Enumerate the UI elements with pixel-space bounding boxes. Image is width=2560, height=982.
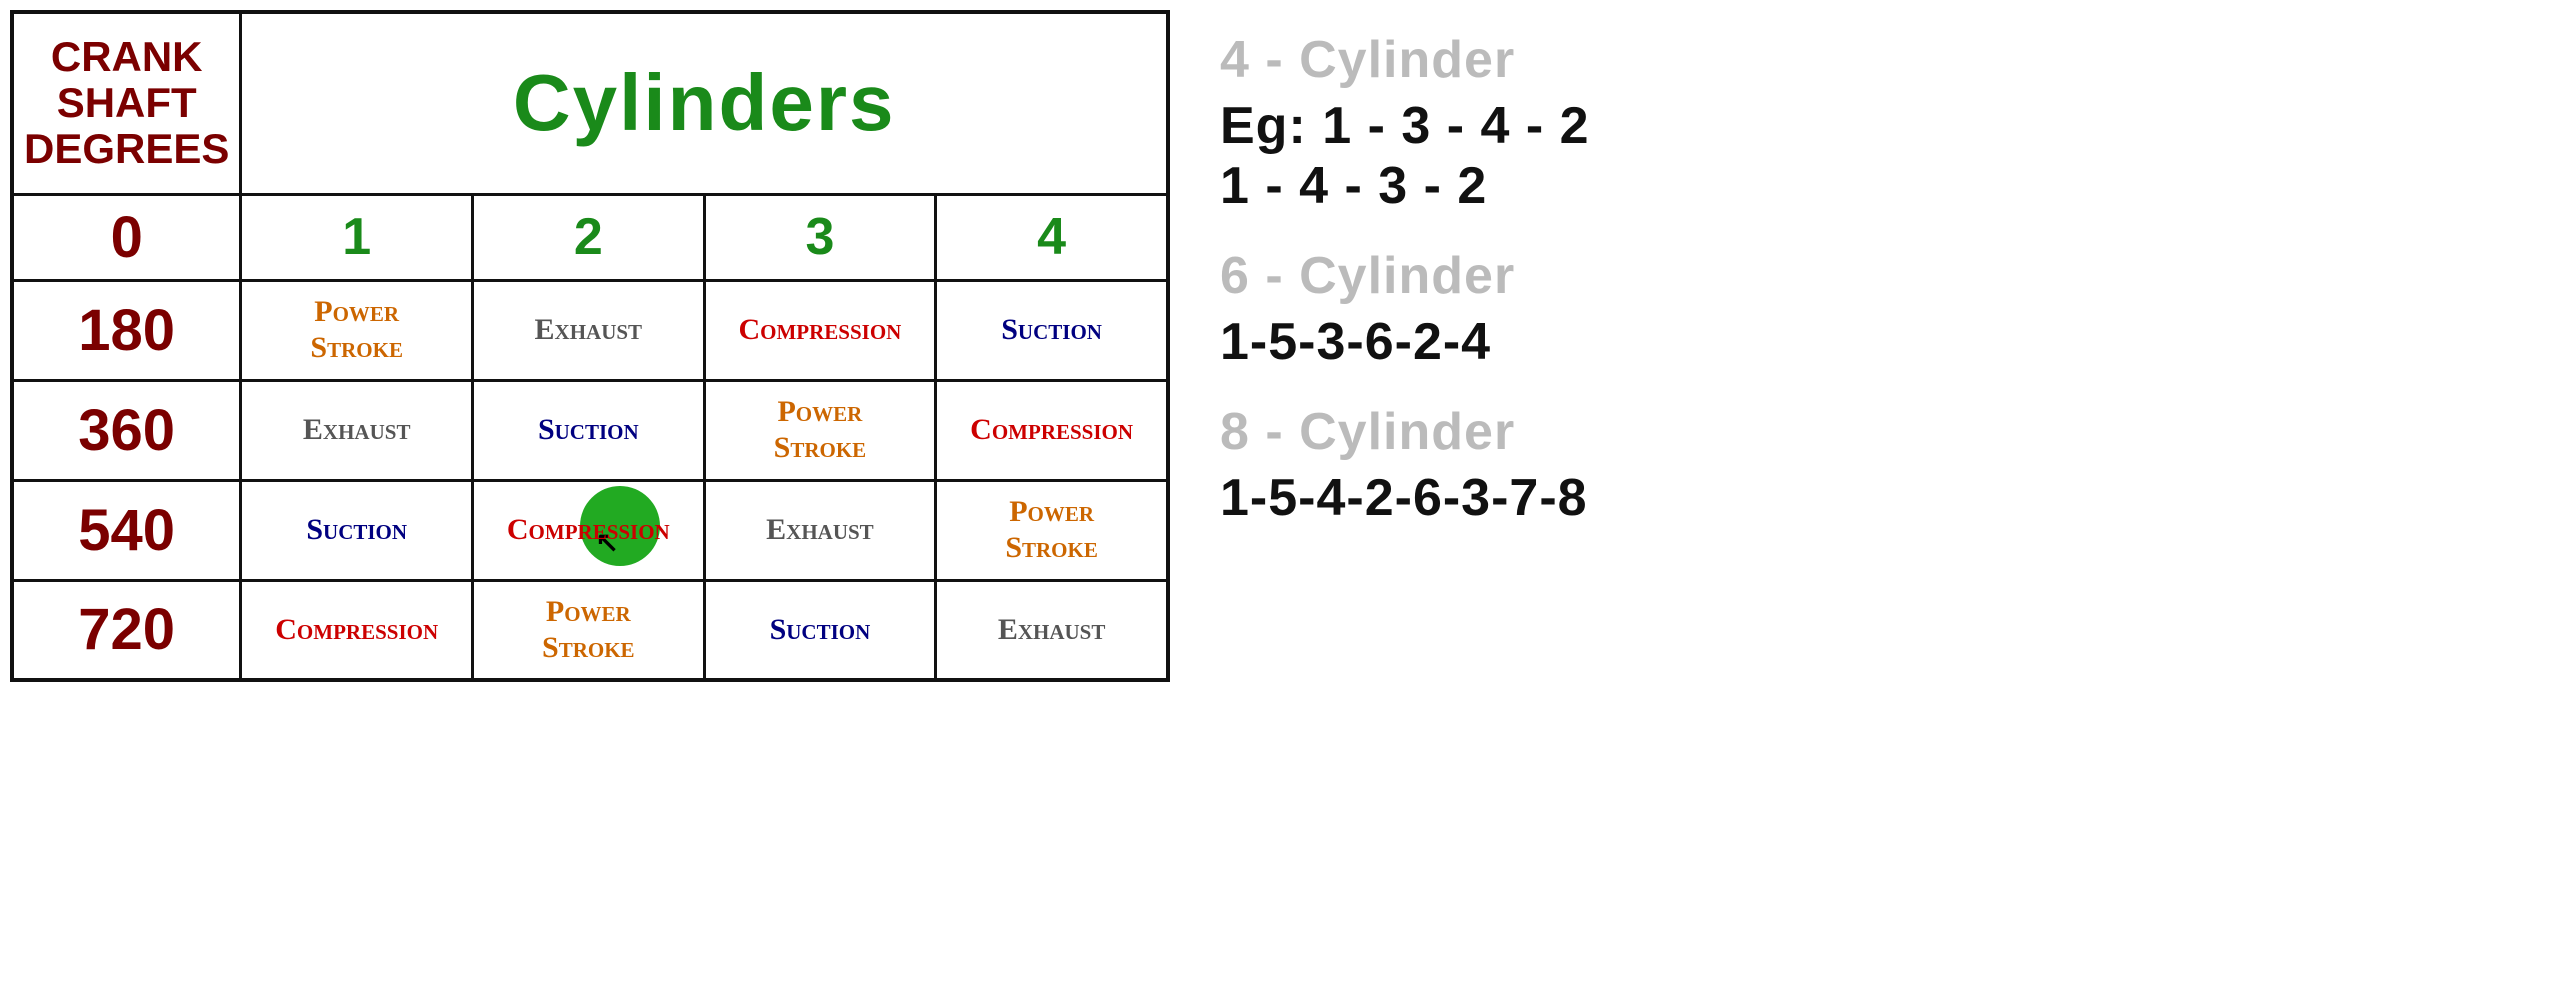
cylinder-1: 1	[241, 194, 473, 280]
cylinder-4: 4	[936, 194, 1168, 280]
cell-540-3: Exhaust	[704, 480, 936, 580]
four-cylinder-firing1: Eg: 1 - 3 - 4 - 2	[1220, 96, 2520, 156]
crank-label: CRANKSHAFTDEGREES	[24, 33, 229, 172]
cell-540-2: Compression ↖	[473, 480, 705, 580]
cell-720-4: Exhaust	[936, 580, 1168, 680]
cell-360-1: Exhaust	[241, 380, 473, 480]
six-cylinder-title: 6 - Cylinder	[1220, 246, 2520, 306]
cell-720-3: Suction	[704, 580, 936, 680]
cell-360-3: PowerStroke	[704, 380, 936, 480]
cell-180-3: Compression	[704, 280, 936, 380]
cell-540-1: Suction	[241, 480, 473, 580]
cell-180-1: PowerStroke	[241, 280, 473, 380]
cell-540-4: PowerStroke	[936, 480, 1168, 580]
cell-720-1: Compression	[241, 580, 473, 680]
crank-540: 540	[12, 480, 241, 580]
engine-table: CRANKSHAFTDEGREES Cylinders 0 1 2 3 4	[10, 10, 1170, 682]
eight-cylinder-firing: 1-5-4-2-6-3-7-8	[1220, 468, 2520, 528]
eight-cylinder-section: 8 - Cylinder 1-5-4-2-6-3-7-8	[1220, 402, 2520, 528]
cylinder-3: 3	[704, 194, 936, 280]
cell-180-4: Suction	[936, 280, 1168, 380]
crank-720: 720	[12, 580, 241, 680]
cell-720-2: PowerStroke	[473, 580, 705, 680]
eight-cylinder-title: 8 - Cylinder	[1220, 402, 2520, 462]
four-cylinder-title: 4 - Cylinder	[1220, 30, 2520, 90]
cell-180-2: Exhaust	[473, 280, 705, 380]
six-cylinder-firing: 1-5-3-6-2-4	[1220, 312, 2520, 372]
crank-0: 0	[12, 194, 241, 280]
four-cylinder-firing2: 1 - 4 - 3 - 2	[1220, 156, 2520, 216]
crank-360: 360	[12, 380, 241, 480]
crank-header: CRANKSHAFTDEGREES	[12, 12, 241, 194]
four-cylinder-section: 4 - Cylinder Eg: 1 - 3 - 4 - 2 1 - 4 - 3…	[1220, 30, 2520, 216]
sidebar: 4 - Cylinder Eg: 1 - 3 - 4 - 2 1 - 4 - 3…	[1180, 0, 2560, 568]
cylinder-2: 2	[473, 194, 705, 280]
cell-360-2: Suction	[473, 380, 705, 480]
crank-180: 180	[12, 280, 241, 380]
main-table-area: CRANKSHAFTDEGREES Cylinders 0 1 2 3 4	[0, 0, 1180, 692]
cylinders-label: Cylinders	[513, 58, 896, 147]
cell-360-4: Compression	[936, 380, 1168, 480]
six-cylinder-section: 6 - Cylinder 1-5-3-6-2-4	[1220, 246, 2520, 372]
cylinders-header: Cylinders	[241, 12, 1168, 194]
